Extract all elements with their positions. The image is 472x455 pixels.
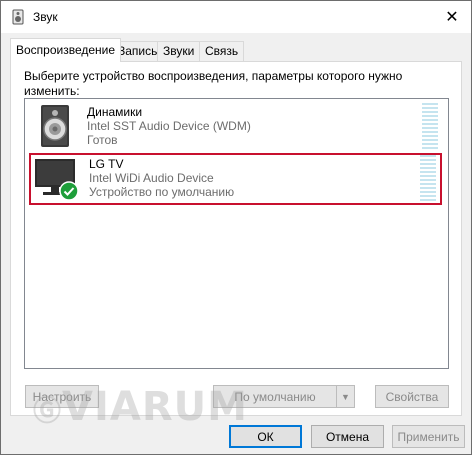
tab-playback[interactable]: Воспроизведение bbox=[10, 38, 122, 62]
set-default-label: По умолчанию bbox=[234, 389, 316, 404]
device-status: Готов bbox=[87, 133, 118, 147]
apply-button[interactable]: Применить bbox=[392, 425, 465, 448]
device-driver: Intel WiDi Audio Device bbox=[89, 171, 214, 185]
ok-button[interactable]: ОК bbox=[229, 425, 302, 448]
cancel-button[interactable]: Отмена bbox=[311, 425, 384, 448]
configure-button[interactable]: Настроить bbox=[25, 385, 99, 408]
sound-dialog: Звук ✕ Воспроизведение Запись Звуки Связ… bbox=[0, 0, 472, 455]
ok-label: ОК bbox=[257, 429, 274, 444]
configure-label: Настроить bbox=[32, 389, 92, 404]
properties-button[interactable]: Свойства bbox=[375, 385, 449, 408]
device-status: Устройство по умолчанию bbox=[89, 185, 235, 199]
apply-label: Применить bbox=[397, 429, 460, 444]
tab-sounds[interactable]: Звуки bbox=[157, 41, 201, 61]
speaker-device-icon bbox=[41, 105, 69, 147]
volume-level-meter bbox=[420, 155, 436, 201]
playback-panel: Выберите устройство воспроизведения, пар… bbox=[10, 61, 462, 416]
list-item-lg-tv[interactable]: LG TV Intel WiDi Audio Device Устройство… bbox=[29, 153, 442, 205]
list-item-speakers[interactable]: Динамики Intel SST Audio Device (WDM) Го… bbox=[29, 101, 442, 153]
set-default-button[interactable]: По умолчанию ▼ bbox=[213, 385, 355, 408]
tab-communications[interactable]: Связь bbox=[199, 41, 245, 61]
default-check-icon bbox=[59, 181, 79, 201]
speaker-icon bbox=[12, 9, 24, 25]
properties-label: Свойства bbox=[385, 389, 439, 404]
close-icon: ✕ bbox=[445, 9, 459, 26]
device-name: Динамики bbox=[87, 105, 143, 119]
tab-label: Связь bbox=[205, 44, 239, 58]
tab-label: Звуки bbox=[163, 44, 195, 58]
chevron-down-icon[interactable]: ▼ bbox=[336, 386, 354, 407]
tab-label: Воспроизведение bbox=[16, 43, 116, 57]
device-name: LG TV bbox=[89, 157, 124, 171]
tab-label: Запись bbox=[118, 44, 158, 58]
cancel-label: Отмена bbox=[325, 429, 370, 444]
volume-level-meter bbox=[422, 103, 438, 149]
instruction-text: Выберите устройство воспроизведения, пар… bbox=[24, 69, 403, 98]
title-bar[interactable]: Звук ✕ bbox=[1, 1, 471, 33]
device-list[interactable]: Динамики Intel SST Audio Device (WDM) Го… bbox=[24, 98, 449, 369]
close-button[interactable]: ✕ bbox=[439, 5, 465, 29]
window-title: Звук bbox=[33, 10, 58, 24]
device-driver: Intel SST Audio Device (WDM) bbox=[87, 119, 251, 133]
